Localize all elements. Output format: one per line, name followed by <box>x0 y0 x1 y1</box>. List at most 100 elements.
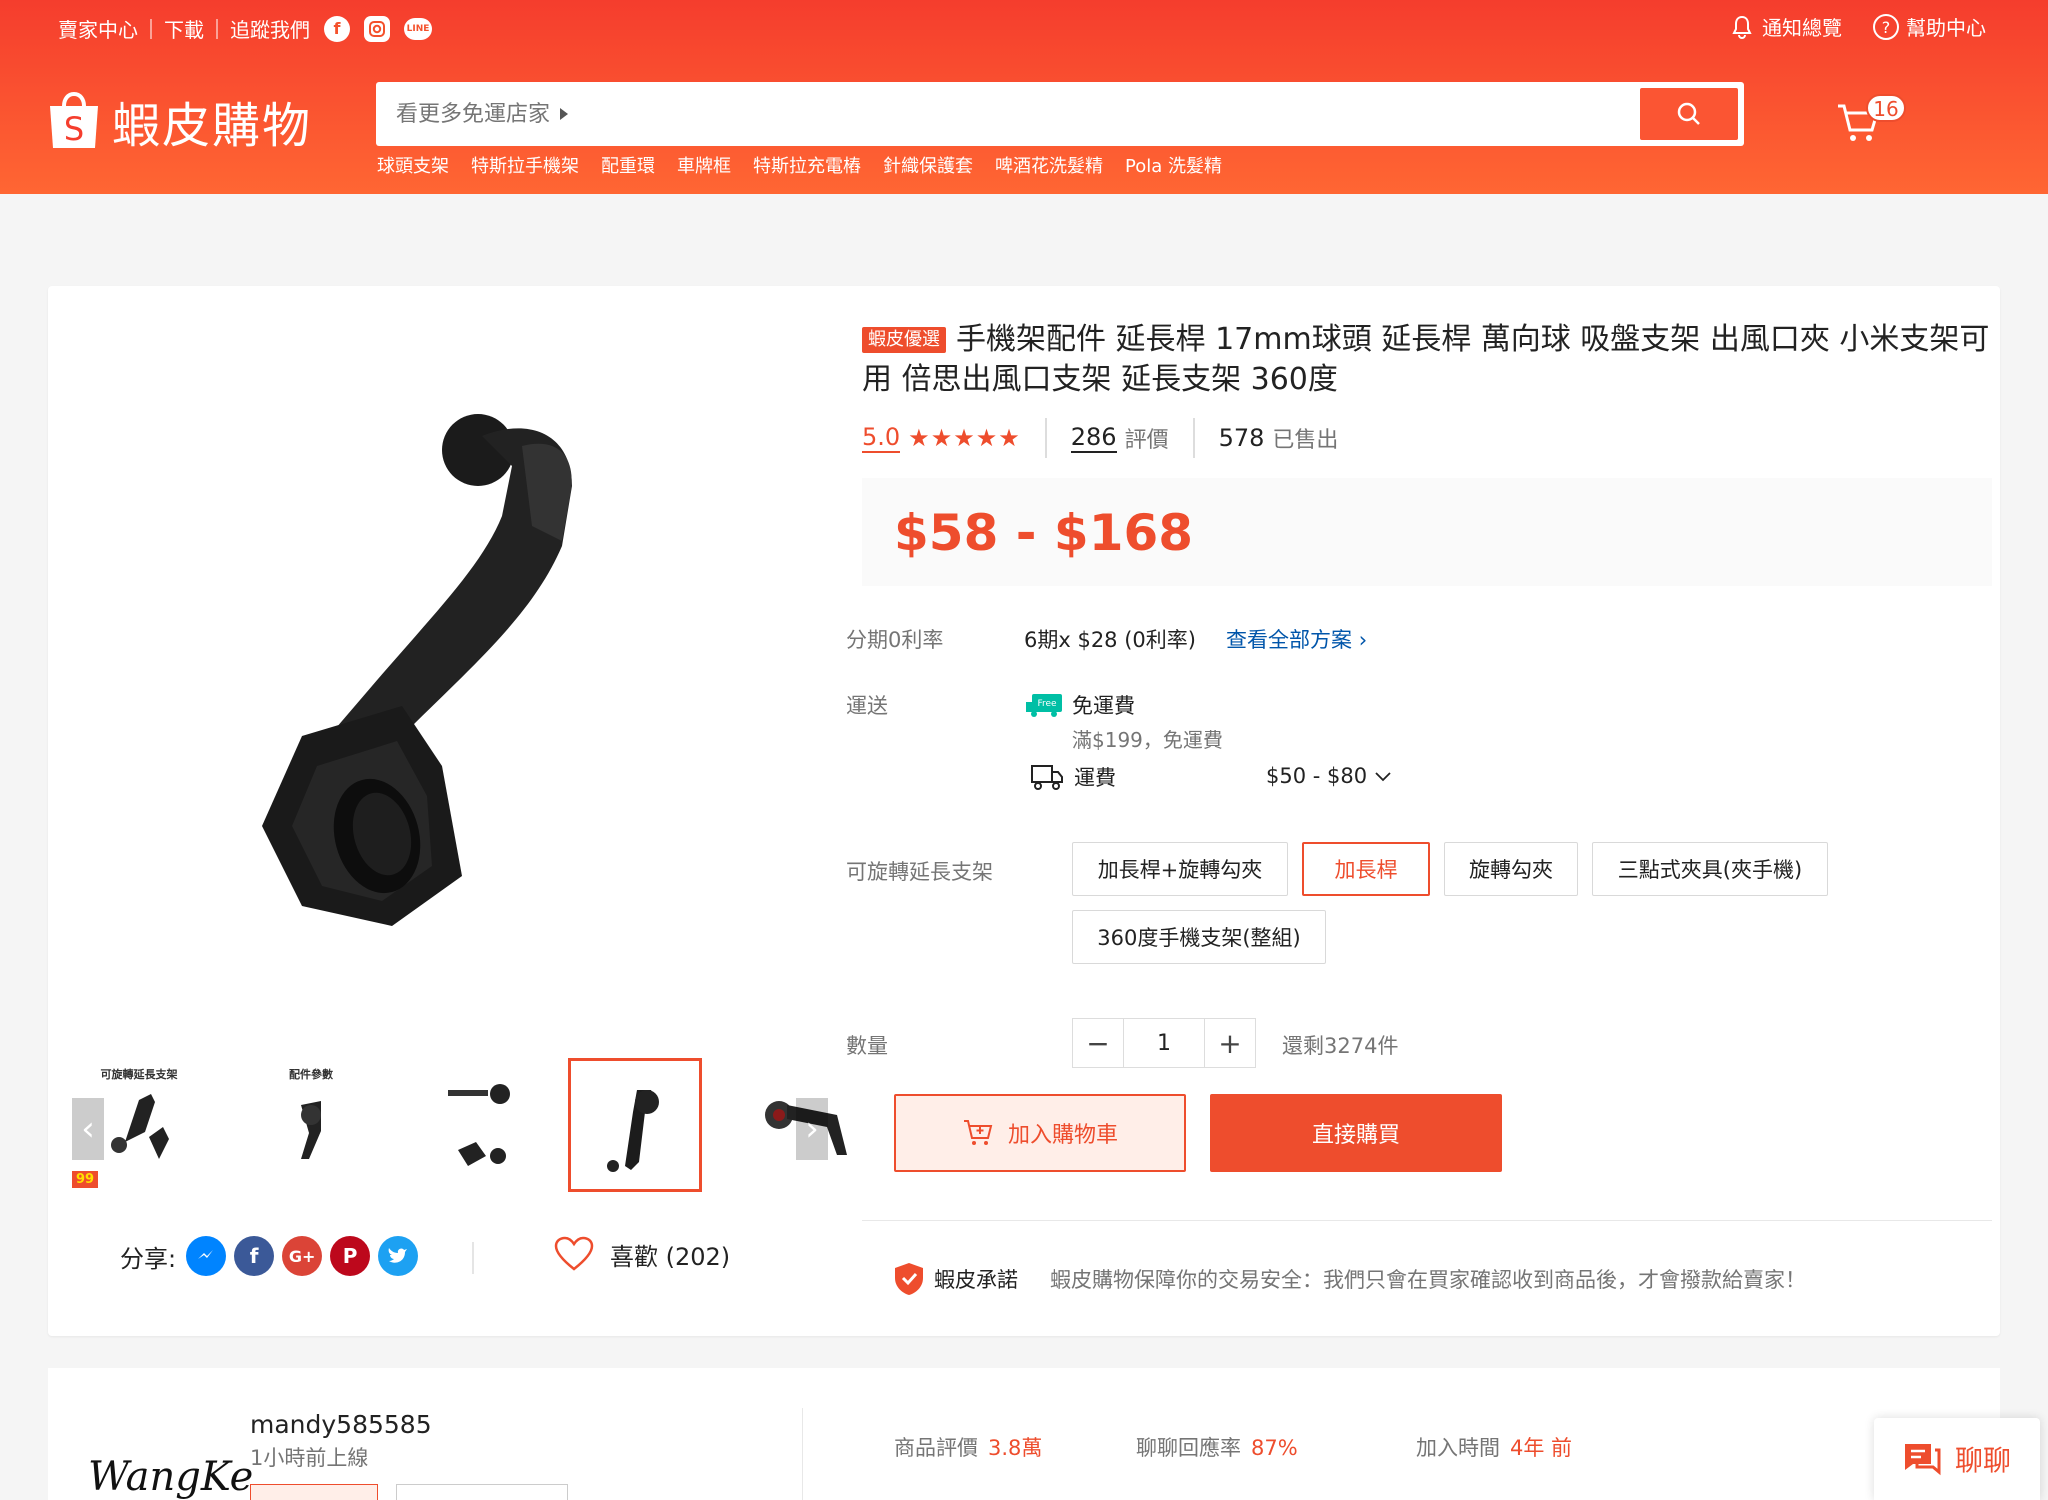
thumbnail-selected[interactable] <box>568 1058 702 1192</box>
shopee-logo[interactable]: S 蝦皮購物 <box>46 86 312 156</box>
add-to-cart-label: 加入購物車 <box>1007 1123 1118 1148</box>
truck-icon <box>1031 765 1063 790</box>
like-button[interactable]: 喜歡 (202) <box>554 1236 730 1272</box>
installment-plans-link[interactable]: 查看全部方案 › <box>1226 624 1367 654</box>
variation-option-selected[interactable]: 加長桿 <box>1302 842 1430 896</box>
shop-logo[interactable]: WangKe <box>88 1454 253 1500</box>
notifications-label: 通知總覽 <box>1762 16 1842 40</box>
thumbnail-strip: 可旋轉延長支架 99 配件參數 ‹ › <box>72 1058 847 1196</box>
search-input[interactable] <box>396 96 1596 132</box>
chevron-down-icon <box>1375 772 1391 782</box>
preferred-badge: 蝦皮優選 <box>862 327 946 353</box>
messenger-icon[interactable] <box>186 1236 227 1276</box>
svg-text:?: ? <box>1882 18 1891 37</box>
shield-icon <box>895 1263 923 1295</box>
add-to-cart-button[interactable]: 加入購物車 <box>894 1094 1186 1172</box>
facebook-icon[interactable]: f <box>324 15 350 42</box>
hotword-link[interactable]: 特斯拉手機架 <box>471 152 579 178</box>
hotword-link[interactable]: Pola 洗髮精 <box>1125 152 1222 178</box>
google-plus-icon[interactable]: G+ <box>282 1236 323 1276</box>
chat-button[interactable]: 聊聊 <box>1874 1418 2040 1500</box>
thumbnail[interactable] <box>416 1058 550 1192</box>
cart-button[interactable]: 16 <box>1836 94 1906 144</box>
product-card: 可旋轉延長支架 99 配件參數 ‹ › 分享: f G+ P 喜歡 (202) … <box>48 286 2000 1336</box>
quantity-increase-button[interactable]: + <box>1205 1019 1255 1067</box>
download-link[interactable]: 下載 <box>164 14 204 43</box>
facebook-share-icon[interactable]: f <box>234 1236 275 1276</box>
variation-option[interactable]: 三點式夾具(夾手機) <box>1592 842 1828 896</box>
pinterest-icon[interactable]: P <box>330 1236 371 1276</box>
variation-option[interactable]: 360度手機支架(整組) <box>1072 910 1326 964</box>
review-count[interactable]: 286 <box>1070 423 1117 453</box>
brand-name: 蝦皮購物 <box>112 98 313 154</box>
hotword-link[interactable]: 球頭支架 <box>377 152 449 178</box>
hotword-link[interactable]: 啤酒花洗髮精 <box>995 152 1103 178</box>
divider <box>150 18 152 39</box>
hotword-link[interactable]: 特斯拉充電樁 <box>753 152 861 178</box>
svg-text:S: S <box>64 110 84 148</box>
like-count: 喜歡 (202) <box>610 1242 731 1271</box>
buy-now-button[interactable]: 直接購買 <box>1210 1094 1502 1172</box>
quantity-label: 數量 <box>846 1034 888 1058</box>
instagram-icon[interactable] <box>364 15 390 42</box>
rating-summary: 5.0 ★★★★★ 286 評價 578 已售出 <box>862 418 1338 458</box>
variation-option[interactable]: 加長桿+旋轉勾夾 <box>1072 842 1288 896</box>
promo-99-tag: 99 <box>72 1171 99 1188</box>
shop-stat-ratings: 商品評價 3.8萬 <box>894 1436 1043 1460</box>
thumbnail-prev-button[interactable]: ‹ <box>72 1098 104 1160</box>
search-icon <box>1677 102 1700 125</box>
shop-stat-joined: 加入時間 4年 前 <box>1416 1436 1573 1460</box>
installment-label: 分期0利率 <box>846 628 944 652</box>
hotword-link[interactable]: 車牌框 <box>677 152 731 178</box>
thumbnail-caption: 可旋轉延長支架 <box>100 1068 178 1081</box>
rating-score[interactable]: 5.0 <box>862 423 901 453</box>
guarantee-title: 蝦皮承諾 <box>934 1268 1018 1292</box>
seller-center-link[interactable]: 賣家中心 <box>58 14 138 43</box>
quantity-decrease-button[interactable]: − <box>1073 1019 1123 1067</box>
stock-remaining: 還剩3274件 <box>1282 1034 1399 1058</box>
variation-label: 可旋轉延長支架 <box>846 860 993 884</box>
shop-info-card: WangKe mandy585585 1小時前上線 商品評價 3.8萬 聊聊回應率… <box>48 1368 2000 1500</box>
line-icon[interactable]: LINE <box>404 17 432 40</box>
chat-now-button[interactable] <box>250 1484 378 1500</box>
variation-option[interactable]: 旋轉勾夾 <box>1444 842 1578 896</box>
svg-text:Free: Free <box>1037 699 1057 709</box>
cart-count-badge: 16 <box>1866 94 1906 122</box>
free-shipping-info: Free 免運費 滿$199，免運費 <box>1024 690 1223 753</box>
question-icon: ? <box>1872 13 1900 41</box>
review-label: 評價 <box>1124 428 1169 453</box>
divider <box>862 1220 1992 1221</box>
divider <box>1192 418 1195 458</box>
sold-label: 已售出 <box>1272 428 1339 453</box>
help-center-link[interactable]: ? 幫助中心 <box>1872 12 1986 41</box>
chevron-right-icon: › <box>805 1109 819 1149</box>
search-button[interactable] <box>1640 88 1738 140</box>
twitter-icon[interactable] <box>378 1236 419 1276</box>
guarantee-desc: 蝦皮購物保障你的交易安全：我們只會在買家確認收到商品後，才會撥款給賣家！ <box>1050 1268 1806 1292</box>
price-box: $58 - $168 <box>862 478 1992 586</box>
thumbnail-next-button[interactable]: › <box>796 1098 828 1160</box>
chevron-right-icon: › <box>1358 628 1368 652</box>
divider <box>472 1242 474 1274</box>
heart-icon <box>554 1236 594 1271</box>
shopee-guarantee: 蝦皮承諾 蝦皮購物保障你的交易安全：我們只會在買家確認收到商品後，才會撥款給賣家… <box>894 1262 1806 1296</box>
thumbnail[interactable]: 配件參數 <box>244 1058 378 1192</box>
shop-name[interactable]: mandy585585 <box>250 1410 432 1439</box>
top-navbar: 賣家中心 下載 追蹤我們 f LINE 通知總覽 ? 幫助中心 <box>0 0 2048 56</box>
product-title-text: 手機架配件 延長桿 17mm球頭 延長桿 萬向球 吸盤支架 出風口夾 小米支架可… <box>862 322 1990 397</box>
shipping-fee-row[interactable]: 運費 $50 - $80 <box>1030 762 1391 792</box>
free-shipping-truck-icon: Free <box>1024 692 1064 718</box>
hotword-link[interactable]: 配重環 <box>601 152 655 178</box>
view-shop-button[interactable] <box>396 1484 568 1500</box>
shipping-fee-range: $50 - $80 <box>1266 764 1392 788</box>
chat-label: 聊聊 <box>1954 1444 2011 1477</box>
shipping-fee-label: 運費 <box>1074 766 1116 790</box>
notifications-link[interactable]: 通知總覽 <box>1728 12 1842 41</box>
quantity-input[interactable]: 1 <box>1123 1019 1205 1067</box>
share-label: 分享: <box>120 1244 177 1273</box>
shipping-label: 運送 <box>846 694 888 718</box>
product-title: 蝦皮優選 手機架配件 延長桿 17mm球頭 延長桿 萬向球 吸盤支架 出風口夾 小… <box>862 320 1992 400</box>
site-header: 賣家中心 下載 追蹤我們 f LINE 通知總覽 ? 幫助中心 S 蝦皮購物 看… <box>0 0 2048 194</box>
product-main-image[interactable] <box>72 326 812 1046</box>
hotword-link[interactable]: 針織保護套 <box>883 152 973 178</box>
